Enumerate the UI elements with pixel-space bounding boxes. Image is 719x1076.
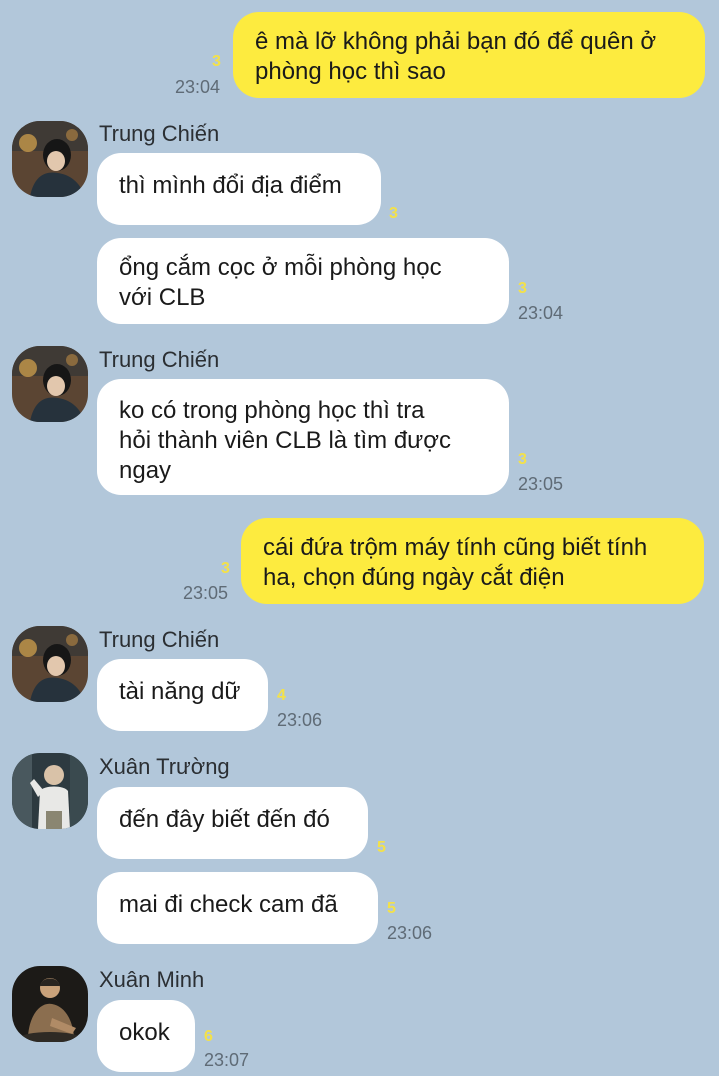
unread-count: 5 bbox=[387, 900, 396, 917]
my-message-bubble[interactable]: ê mà lỡ không phải bạn đó để quên ở phòn… bbox=[233, 12, 705, 98]
sender-name: Trung Chiến bbox=[99, 121, 220, 146]
their-message-bubble[interactable]: tài năng dữ bbox=[97, 659, 268, 731]
their-message-bubble[interactable]: đến đây biết đến đó bbox=[97, 787, 368, 859]
avatar[interactable] bbox=[12, 626, 88, 702]
avatar[interactable] bbox=[12, 753, 88, 829]
message-time: 23:07 bbox=[204, 1050, 250, 1070]
their-message-bubble[interactable]: thì mình đổi địa điểm bbox=[97, 153, 381, 225]
my-message-bubble[interactable]: cái đứa trộm máy tính cũng biết tính ha,… bbox=[241, 518, 704, 604]
unread-count: 3 bbox=[221, 560, 230, 577]
their-message-bubble[interactable]: ổng cắm cọc ở mỗi phòng học với CLB bbox=[97, 238, 509, 324]
unread-count: 3 bbox=[212, 53, 221, 70]
profile-photo-icon bbox=[12, 966, 88, 1042]
message-time: 23:05 bbox=[518, 474, 564, 494]
profile-photo-icon bbox=[12, 121, 88, 197]
unread-count: 6 bbox=[204, 1028, 213, 1045]
sender-name: Trung Chiến bbox=[99, 347, 220, 372]
chat-room: ê mà lỡ không phải bạn đó để quên ở phòn… bbox=[0, 0, 719, 1076]
unread-count: 4 bbox=[277, 687, 286, 704]
message-time: 23:06 bbox=[277, 710, 323, 730]
their-message-bubble[interactable]: mai đi check cam đã bbox=[97, 872, 378, 944]
avatar[interactable] bbox=[12, 966, 88, 1042]
message-time: 23:04 bbox=[175, 77, 221, 97]
sender-name: Trung Chiến bbox=[99, 627, 220, 652]
sender-name: Xuân Trường bbox=[99, 754, 230, 779]
profile-photo-icon bbox=[12, 346, 88, 422]
unread-count: 5 bbox=[377, 839, 386, 856]
profile-photo-icon bbox=[12, 626, 88, 702]
message-time: 23:06 bbox=[387, 923, 433, 943]
avatar[interactable] bbox=[12, 121, 88, 197]
unread-count: 3 bbox=[518, 280, 527, 297]
unread-count: 3 bbox=[389, 205, 398, 222]
unread-count: 3 bbox=[518, 451, 527, 468]
sender-name: Xuân Minh bbox=[99, 967, 205, 992]
avatar[interactable] bbox=[12, 346, 88, 422]
message-time: 23:05 bbox=[183, 583, 229, 603]
profile-photo-icon bbox=[12, 753, 88, 829]
message-time: 23:04 bbox=[518, 303, 564, 323]
their-message-bubble[interactable]: ko có trong phòng học thì tra hỏi thành … bbox=[97, 379, 509, 495]
their-message-bubble[interactable]: okok bbox=[97, 1000, 195, 1072]
